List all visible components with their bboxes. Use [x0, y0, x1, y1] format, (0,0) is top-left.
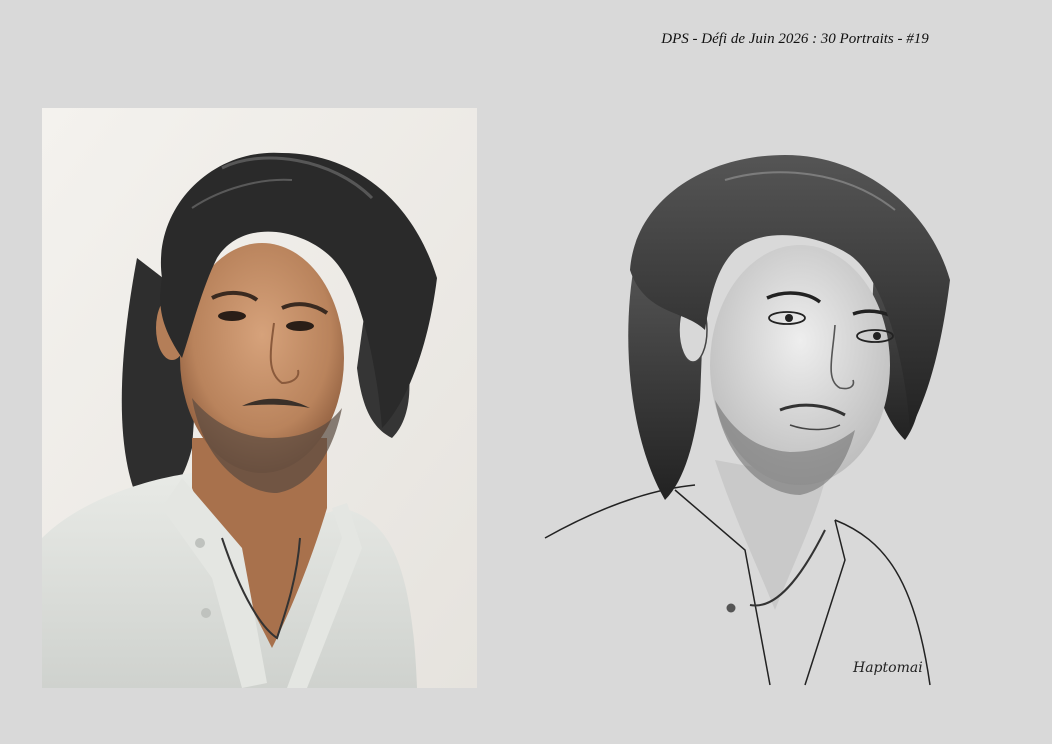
portrait-photo — [42, 108, 477, 688]
challenge-caption: DPS - Défi de Juin 2026 : 30 Portraits -… — [661, 31, 929, 47]
artist-signature: Haptomai — [853, 660, 923, 676]
portrait-photo-icon — [42, 108, 477, 688]
canvas: DPS - Défi de Juin 2026 : 30 Portraits -… — [0, 0, 1052, 744]
portrait-sketch-icon — [544, 155, 950, 686]
portrait-sketch: Haptomai — [535, 140, 965, 695]
